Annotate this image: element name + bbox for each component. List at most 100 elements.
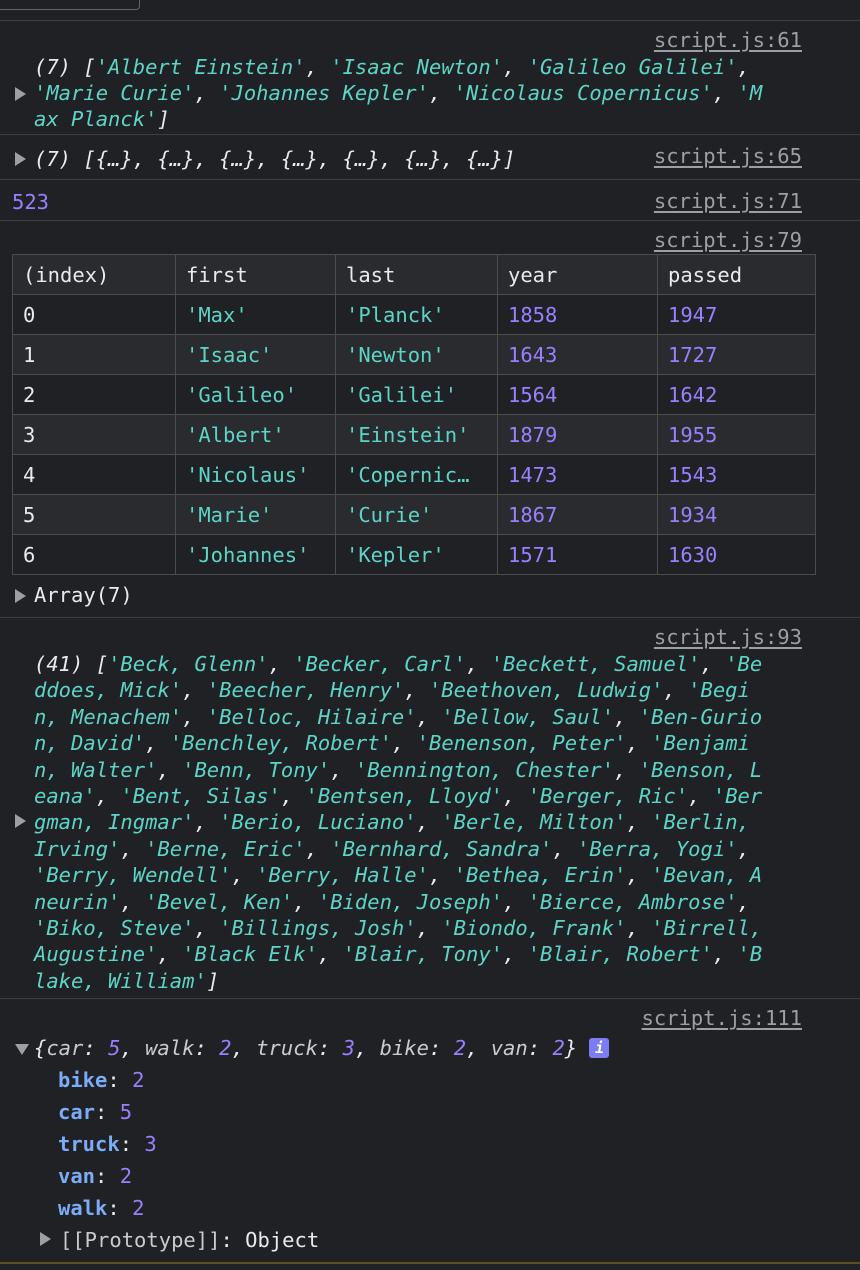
table-cell: 6	[12, 534, 176, 575]
token: 'Bellow, Saul'	[441, 704, 615, 729]
token: 'Berio, Luciano'	[219, 810, 417, 835]
token: bike	[379, 1036, 429, 1060]
array-line: n, David', 'Benchley, Robert', 'Benenson…	[34, 730, 750, 756]
token: 'M	[737, 81, 763, 105]
table-cell: 'Newton'	[335, 334, 498, 375]
info-badge-icon[interactable]: i	[589, 1038, 610, 1058]
token: }	[564, 1036, 578, 1060]
table-cell: 'Max'	[175, 294, 336, 335]
token: ,	[416, 916, 442, 940]
token: {	[34, 1036, 47, 1060]
token: ,	[95, 784, 121, 808]
column-header[interactable]: first	[175, 254, 336, 295]
table-cell: 'Johannes'	[175, 534, 336, 575]
token: 'Bevan, A	[651, 863, 763, 888]
column-header[interactable]: year	[497, 254, 658, 295]
token: truck	[256, 1036, 318, 1060]
array-line: 'Marie Curie', 'Johannes Kepler', 'Nicol…	[34, 80, 762, 106]
column-header[interactable]: last	[335, 254, 498, 295]
table-cell: 'Albert'	[175, 414, 336, 455]
token: ,	[194, 810, 220, 835]
token: (41) [	[34, 652, 109, 676]
token: ,	[416, 704, 442, 729]
token: ,	[552, 836, 578, 861]
column-header[interactable]: passed	[657, 254, 816, 295]
token: 'Bevel, Ken'	[145, 889, 294, 914]
console-table: (index) first last year passed 0 'Max' '…	[12, 254, 816, 575]
token: ,	[626, 731, 652, 756]
table-row: 2 'Galileo' 'Galilei' 1564 1642	[12, 374, 816, 415]
token: 5	[108, 1036, 121, 1060]
console-top-bar	[0, 0, 860, 21]
token: ,	[466, 652, 491, 676]
table-header-row: (index) first last year passed	[12, 254, 816, 295]
table-cell: 1955	[657, 414, 816, 455]
token: ,	[404, 678, 429, 703]
table-cell: 5	[12, 494, 176, 535]
table-cell: 1727	[657, 334, 816, 375]
prototype-row[interactable]: [[Prototype]]: Object	[60, 1227, 319, 1253]
collapse-arrow-icon[interactable]	[15, 1044, 29, 1055]
table-cell: 1947	[657, 294, 816, 335]
token: 'B	[737, 942, 763, 967]
expand-arrow-icon[interactable]	[15, 152, 26, 166]
token: ,	[626, 916, 652, 940]
table-row: 0 'Max' 'Planck' 1858 1947	[12, 294, 816, 335]
token: Irving'	[34, 836, 121, 861]
token: ,	[712, 81, 738, 105]
column-header[interactable]: (index)	[12, 254, 176, 295]
token: ,	[503, 889, 528, 914]
token: 3	[342, 1036, 355, 1060]
expand-arrow-icon[interactable]	[15, 589, 26, 603]
table-row: 4 'Nicolaus' 'Copernic… 1473 1543	[12, 454, 816, 495]
array-summary[interactable]: Array(7)	[34, 582, 133, 608]
token: 'Biko, Steve'	[34, 916, 195, 940]
token: 'Beethoven, Ludwig'	[428, 678, 664, 703]
table-cell: 'Galilei'	[335, 374, 498, 415]
token: 'Berry, Halle'	[256, 863, 429, 888]
source-link[interactable]: script.js:71	[654, 189, 802, 213]
table-cell: 1543	[657, 454, 816, 495]
table-cell: 1642	[657, 374, 816, 415]
table-row: 5 'Marie' 'Curie' 1867 1934	[12, 494, 816, 535]
expand-arrow-icon[interactable]	[15, 814, 26, 828]
table-cell: 'Planck'	[335, 294, 498, 335]
property-value: 2	[119, 1164, 133, 1188]
console-entry-object: script.js:111 {car: 5, walk: 2, truck: 3…	[0, 999, 860, 1261]
token: 2	[219, 1036, 232, 1060]
source-link[interactable]: script.js:79	[654, 228, 802, 252]
array-line: lake, William']	[34, 968, 219, 994]
table-cell: 1934	[657, 494, 816, 535]
table-row: 1 'Isaac' 'Newton' 1643 1727	[12, 334, 816, 375]
source-link[interactable]: script.js:93	[654, 625, 802, 649]
array-line: Augustine', 'Black Elk', 'Blair, Tony', …	[34, 941, 762, 967]
table-cell: 'Einstein'	[335, 414, 498, 455]
token: ,	[280, 784, 306, 808]
token: 'Marie Curie'	[34, 81, 195, 105]
token: 'Bernhard, Sandra'	[330, 836, 553, 861]
token: :	[83, 1036, 109, 1060]
property-row: car: 5	[58, 1100, 133, 1124]
property-value: 2	[132, 1068, 145, 1092]
token: 'Berle, Milton'	[441, 810, 627, 835]
source-link[interactable]: script.js:65	[654, 144, 802, 168]
table-cell: 0	[12, 294, 176, 335]
token: :	[194, 1036, 220, 1060]
source-link[interactable]: script.js:111	[642, 1006, 802, 1030]
token: 'Benjami	[651, 731, 750, 756]
table-cell: 1	[12, 334, 176, 375]
expand-arrow-icon[interactable]	[40, 1232, 51, 1246]
table-cell: 1643	[497, 334, 658, 375]
table-row: 3 'Albert' 'Einstein' 1879 1955	[12, 414, 816, 455]
object-array-summary[interactable]: (7) [{…}, {…}, {…}, {…}, {…}, {…}, {…}]	[34, 146, 515, 172]
table-cell: 'Nicolaus'	[175, 454, 336, 495]
token: 'Beecher, Henry'	[206, 678, 405, 703]
token: :	[527, 1036, 553, 1060]
expand-arrow-icon[interactable]	[15, 87, 26, 101]
source-link[interactable]: script.js:61	[654, 28, 802, 52]
object-summary[interactable]: {car: 5, walk: 2, truck: 3, bike: 2, van…	[34, 1035, 610, 1061]
property-key: truck	[58, 1132, 120, 1156]
token: n, Walter'	[34, 757, 158, 782]
table-cell: 1879	[497, 414, 658, 455]
filter-tab[interactable]	[0, 0, 140, 10]
